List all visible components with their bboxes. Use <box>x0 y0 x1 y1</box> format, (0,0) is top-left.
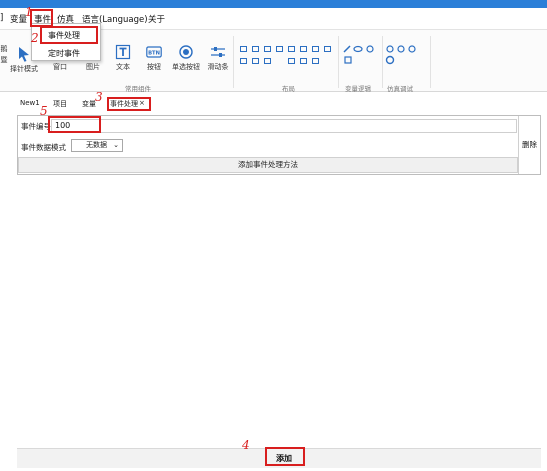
radio-icon <box>179 45 193 59</box>
align-icon[interactable] <box>300 46 307 52</box>
align-icon[interactable] <box>288 46 295 52</box>
annotation-number-4: 4 <box>242 438 250 452</box>
annotation-box-events-menu <box>30 9 53 27</box>
menu-item-about[interactable]: 关于 <box>148 13 165 25</box>
variable-logic-icons[interactable] <box>343 43 377 67</box>
menu-item-timer-event[interactable]: 定时事件 <box>48 48 80 59</box>
align-icon[interactable] <box>312 46 319 52</box>
title-bar <box>0 0 547 8</box>
button-icon-text: BTN <box>148 50 160 56</box>
button-widget-button[interactable]: BTN 按钮 <box>144 44 164 72</box>
distribute-icon[interactable] <box>240 58 247 64</box>
simulation-debug-icons[interactable] <box>385 43 425 67</box>
distribute-icon[interactable] <box>300 58 307 64</box>
align-icon[interactable] <box>264 46 271 52</box>
annotation-box-event-id <box>48 116 101 133</box>
text-label: 文本 <box>116 63 130 71</box>
tab-variables[interactable]: 变量 <box>82 99 96 109</box>
align-icon[interactable] <box>276 46 283 52</box>
chevron-down-icon: ⌄ <box>113 141 119 149</box>
group-label-layout: 布局 <box>282 85 295 93</box>
annotation-number-5: 5 <box>40 104 48 118</box>
slider-label: 滑动条 <box>207 63 229 71</box>
event-id-input[interactable]: 100 <box>51 119 517 133</box>
document-tabs: New1 项目 变量 事件处理 × <box>0 96 547 110</box>
text-button[interactable]: 文本 <box>113 44 133 72</box>
tab-new1[interactable]: New1 <box>20 99 40 107</box>
distribute-icon[interactable] <box>312 58 319 64</box>
group-label-variable-logic: 变量逻辑 <box>345 85 371 93</box>
image-label: 图片 <box>86 63 100 71</box>
pointer-mode-label: 择针模式 <box>10 65 38 73</box>
event-data-mode-value: 无数据 <box>86 141 107 149</box>
radio-button-label: 单选按钮 <box>172 63 200 71</box>
group-label-common: 常用组件 <box>125 85 151 93</box>
ribbon-partial-2: 暨 <box>0 56 8 64</box>
annotation-number-2: 2 <box>31 31 39 45</box>
annotation-box-event-handling <box>40 26 98 44</box>
slider-widget-button[interactable]: 滑动条 <box>205 44 231 72</box>
annotation-number-3: 3 <box>95 90 103 104</box>
group-label-simulation-debug: 仿真调试 <box>387 85 413 93</box>
distribute-icon[interactable] <box>252 58 259 64</box>
group-separator <box>430 36 431 88</box>
distribute-icon[interactable] <box>264 58 271 64</box>
add-event-handler-method-button[interactable]: 添加事件处理方法 <box>18 157 518 173</box>
group-separator <box>382 36 383 88</box>
cursor-arrow-icon <box>19 47 29 62</box>
window-label: 窗口 <box>53 63 67 71</box>
event-data-mode-select[interactable]: 无数据 ⌄ <box>71 139 123 152</box>
align-icon[interactable] <box>240 46 247 52</box>
annotation-box-add <box>265 447 305 466</box>
ribbon-partial-1: 鹅 <box>0 45 8 53</box>
tab-project[interactable]: 项目 <box>53 99 67 109</box>
group-separator <box>233 36 234 88</box>
distribute-icon[interactable] <box>288 58 295 64</box>
align-icon[interactable] <box>324 46 331 52</box>
annotation-number-1: 1 <box>25 5 33 19</box>
menu-item-partial[interactable]: ] <box>0 13 3 23</box>
delete-button[interactable]: 删除 <box>518 116 540 174</box>
align-icon[interactable] <box>252 46 259 52</box>
button-widget-label: 按钮 <box>147 63 161 71</box>
annotation-box-tab <box>107 97 151 111</box>
slider-icon <box>211 47 225 57</box>
radio-button-widget[interactable]: 单选按钮 <box>170 44 202 72</box>
text-t-icon <box>115 44 131 60</box>
button-btn-icon: BTN <box>146 46 162 58</box>
event-id-label: 事件编号 <box>21 122 51 131</box>
event-data-mode-label: 事件数据模式 <box>21 143 66 152</box>
group-separator <box>338 36 339 88</box>
